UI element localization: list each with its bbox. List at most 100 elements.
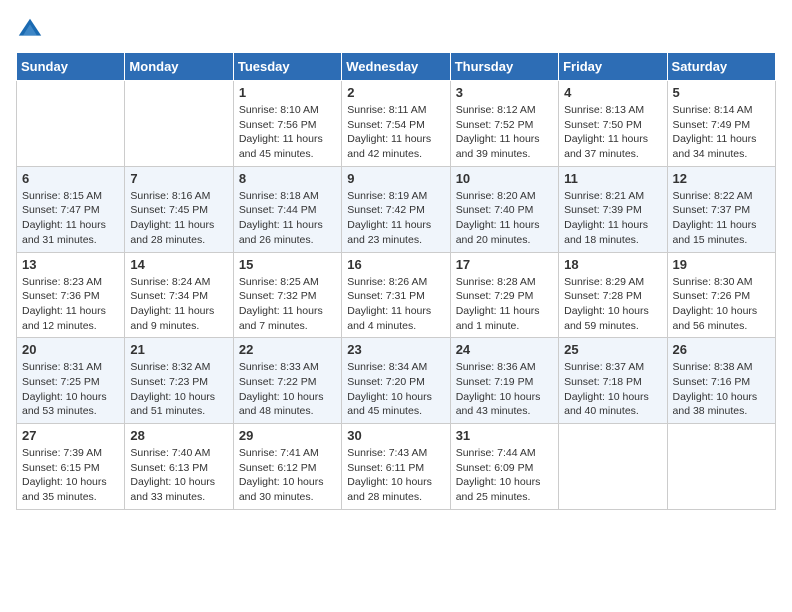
day-info: Sunrise: 8:30 AM Sunset: 7:26 PM Dayligh… [673,275,770,334]
calendar-cell: 8 Sunrise: 8:18 AM Sunset: 7:44 PM Daylig… [233,166,341,252]
day-number: 26 [673,342,770,357]
calendar-week-row: 1 Sunrise: 8:10 AM Sunset: 7:56 PM Daylig… [17,81,776,167]
calendar-cell: 22 Sunrise: 8:33 AM Sunset: 7:22 PM Dayli… [233,338,341,424]
day-number: 11 [564,171,661,186]
calendar-cell: 20 Sunrise: 8:31 AM Sunset: 7:25 PM Dayli… [17,338,125,424]
day-number: 30 [347,428,444,443]
day-info: Sunrise: 8:37 AM Sunset: 7:18 PM Dayligh… [564,360,661,419]
calendar-cell: 16 Sunrise: 8:26 AM Sunset: 7:31 PM Dayli… [342,252,450,338]
calendar-week-row: 13 Sunrise: 8:23 AM Sunset: 7:36 PM Dayli… [17,252,776,338]
day-info: Sunrise: 8:20 AM Sunset: 7:40 PM Dayligh… [456,189,553,248]
day-info: Sunrise: 8:24 AM Sunset: 7:34 PM Dayligh… [130,275,227,334]
calendar-cell: 9 Sunrise: 8:19 AM Sunset: 7:42 PM Daylig… [342,166,450,252]
calendar-cell: 7Sunrise: 8:16 AM Sunset: 7:45 PM Daylig… [125,166,233,252]
calendar-table: SundayMondayTuesdayWednesdayThursdayFrid… [16,52,776,510]
day-info: Sunrise: 7:40 AM Sunset: 6:13 PM Dayligh… [130,446,227,505]
calendar-cell: 30 Sunrise: 7:43 AM Sunset: 6:11 PM Dayli… [342,424,450,510]
calendar-cell: 19 Sunrise: 8:30 AM Sunset: 7:26 PM Dayli… [667,252,775,338]
day-number: 29 [239,428,336,443]
calendar-cell: 17 Sunrise: 8:28 AM Sunset: 7:29 PM Dayli… [450,252,558,338]
day-info: Sunrise: 7:41 AM Sunset: 6:12 PM Dayligh… [239,446,336,505]
day-info: Sunrise: 8:10 AM Sunset: 7:56 PM Dayligh… [239,103,336,162]
day-number: 27 [22,428,119,443]
day-info: Sunrise: 7:43 AM Sunset: 6:11 PM Dayligh… [347,446,444,505]
day-number: 7 [130,171,227,186]
calendar-cell: 18Sunrise: 8:29 AM Sunset: 7:28 PM Dayli… [559,252,667,338]
day-number: 19 [673,257,770,272]
day-number: 20 [22,342,119,357]
day-number: 12 [673,171,770,186]
calendar-header-cell: Saturday [667,53,775,81]
calendar-header-row: SundayMondayTuesdayWednesdayThursdayFrid… [17,53,776,81]
day-info: Sunrise: 8:19 AM Sunset: 7:42 PM Dayligh… [347,189,444,248]
day-number: 3 [456,85,553,100]
day-info: Sunrise: 8:25 AM Sunset: 7:32 PM Dayligh… [239,275,336,334]
day-info: Sunrise: 8:32 AM Sunset: 7:23 PM Dayligh… [130,360,227,419]
logo [16,16,48,44]
day-info: Sunrise: 8:26 AM Sunset: 7:31 PM Dayligh… [347,275,444,334]
day-info: Sunrise: 8:18 AM Sunset: 7:44 PM Dayligh… [239,189,336,248]
calendar-cell: 14 Sunrise: 8:24 AM Sunset: 7:34 PM Dayli… [125,252,233,338]
day-number: 16 [347,257,444,272]
day-number: 31 [456,428,553,443]
page-header [16,16,776,44]
day-info: Sunrise: 8:34 AM Sunset: 7:20 PM Dayligh… [347,360,444,419]
day-info: Sunrise: 8:23 AM Sunset: 7:36 PM Dayligh… [22,275,119,334]
day-number: 14 [130,257,227,272]
calendar-cell: 11 Sunrise: 8:21 AM Sunset: 7:39 PM Dayli… [559,166,667,252]
calendar-header-cell: Wednesday [342,53,450,81]
day-number: 9 [347,171,444,186]
day-info: Sunrise: 7:39 AM Sunset: 6:15 PM Dayligh… [22,446,119,505]
calendar-cell: 23 Sunrise: 8:34 AM Sunset: 7:20 PM Dayli… [342,338,450,424]
day-number: 17 [456,257,553,272]
calendar-cell: 3 Sunrise: 8:12 AM Sunset: 7:52 PM Daylig… [450,81,558,167]
calendar-cell: 27 Sunrise: 7:39 AM Sunset: 6:15 PM Dayli… [17,424,125,510]
calendar-cell [125,81,233,167]
calendar-cell [667,424,775,510]
calendar-cell: 25 Sunrise: 8:37 AM Sunset: 7:18 PM Dayli… [559,338,667,424]
calendar-cell: 31Sunrise: 7:44 AM Sunset: 6:09 PM Dayli… [450,424,558,510]
day-number: 8 [239,171,336,186]
day-number: 13 [22,257,119,272]
day-info: Sunrise: 8:22 AM Sunset: 7:37 PM Dayligh… [673,189,770,248]
calendar-cell: 15 Sunrise: 8:25 AM Sunset: 7:32 PM Dayli… [233,252,341,338]
day-info: Sunrise: 8:31 AM Sunset: 7:25 PM Dayligh… [22,360,119,419]
day-info: Sunrise: 8:15 AM Sunset: 7:47 PM Dayligh… [22,189,119,248]
calendar-cell: 6 Sunrise: 8:15 AM Sunset: 7:47 PM Daylig… [17,166,125,252]
day-info: Sunrise: 8:28 AM Sunset: 7:29 PM Dayligh… [456,275,553,334]
day-number: 1 [239,85,336,100]
day-info: Sunrise: 8:12 AM Sunset: 7:52 PM Dayligh… [456,103,553,162]
calendar-cell [17,81,125,167]
day-number: 15 [239,257,336,272]
calendar-header-cell: Monday [125,53,233,81]
day-number: 25 [564,342,661,357]
day-number: 21 [130,342,227,357]
day-info: Sunrise: 8:36 AM Sunset: 7:19 PM Dayligh… [456,360,553,419]
calendar-cell: 28Sunrise: 7:40 AM Sunset: 6:13 PM Dayli… [125,424,233,510]
calendar-week-row: 20 Sunrise: 8:31 AM Sunset: 7:25 PM Dayli… [17,338,776,424]
calendar-header-cell: Sunday [17,53,125,81]
day-info: Sunrise: 8:13 AM Sunset: 7:50 PM Dayligh… [564,103,661,162]
day-info: Sunrise: 8:11 AM Sunset: 7:54 PM Dayligh… [347,103,444,162]
logo-icon [16,16,44,44]
calendar-cell: 10Sunrise: 8:20 AM Sunset: 7:40 PM Dayli… [450,166,558,252]
calendar-cell: 21 Sunrise: 8:32 AM Sunset: 7:23 PM Dayli… [125,338,233,424]
day-number: 2 [347,85,444,100]
calendar-cell: 2 Sunrise: 8:11 AM Sunset: 7:54 PM Daylig… [342,81,450,167]
day-number: 22 [239,342,336,357]
day-number: 6 [22,171,119,186]
day-info: Sunrise: 8:33 AM Sunset: 7:22 PM Dayligh… [239,360,336,419]
calendar-cell: 24Sunrise: 8:36 AM Sunset: 7:19 PM Dayli… [450,338,558,424]
calendar-cell: 5 Sunrise: 8:14 AM Sunset: 7:49 PM Daylig… [667,81,775,167]
day-info: Sunrise: 8:21 AM Sunset: 7:39 PM Dayligh… [564,189,661,248]
day-info: Sunrise: 8:14 AM Sunset: 7:49 PM Dayligh… [673,103,770,162]
calendar-cell: 12 Sunrise: 8:22 AM Sunset: 7:37 PM Dayli… [667,166,775,252]
calendar-cell: 26Sunrise: 8:38 AM Sunset: 7:16 PM Dayli… [667,338,775,424]
day-info: Sunrise: 8:29 AM Sunset: 7:28 PM Dayligh… [564,275,661,334]
calendar-week-row: 6 Sunrise: 8:15 AM Sunset: 7:47 PM Daylig… [17,166,776,252]
day-number: 23 [347,342,444,357]
calendar-cell: 29 Sunrise: 7:41 AM Sunset: 6:12 PM Dayli… [233,424,341,510]
day-number: 5 [673,85,770,100]
calendar-cell: 1 Sunrise: 8:10 AM Sunset: 7:56 PM Daylig… [233,81,341,167]
calendar-cell: 13 Sunrise: 8:23 AM Sunset: 7:36 PM Dayli… [17,252,125,338]
